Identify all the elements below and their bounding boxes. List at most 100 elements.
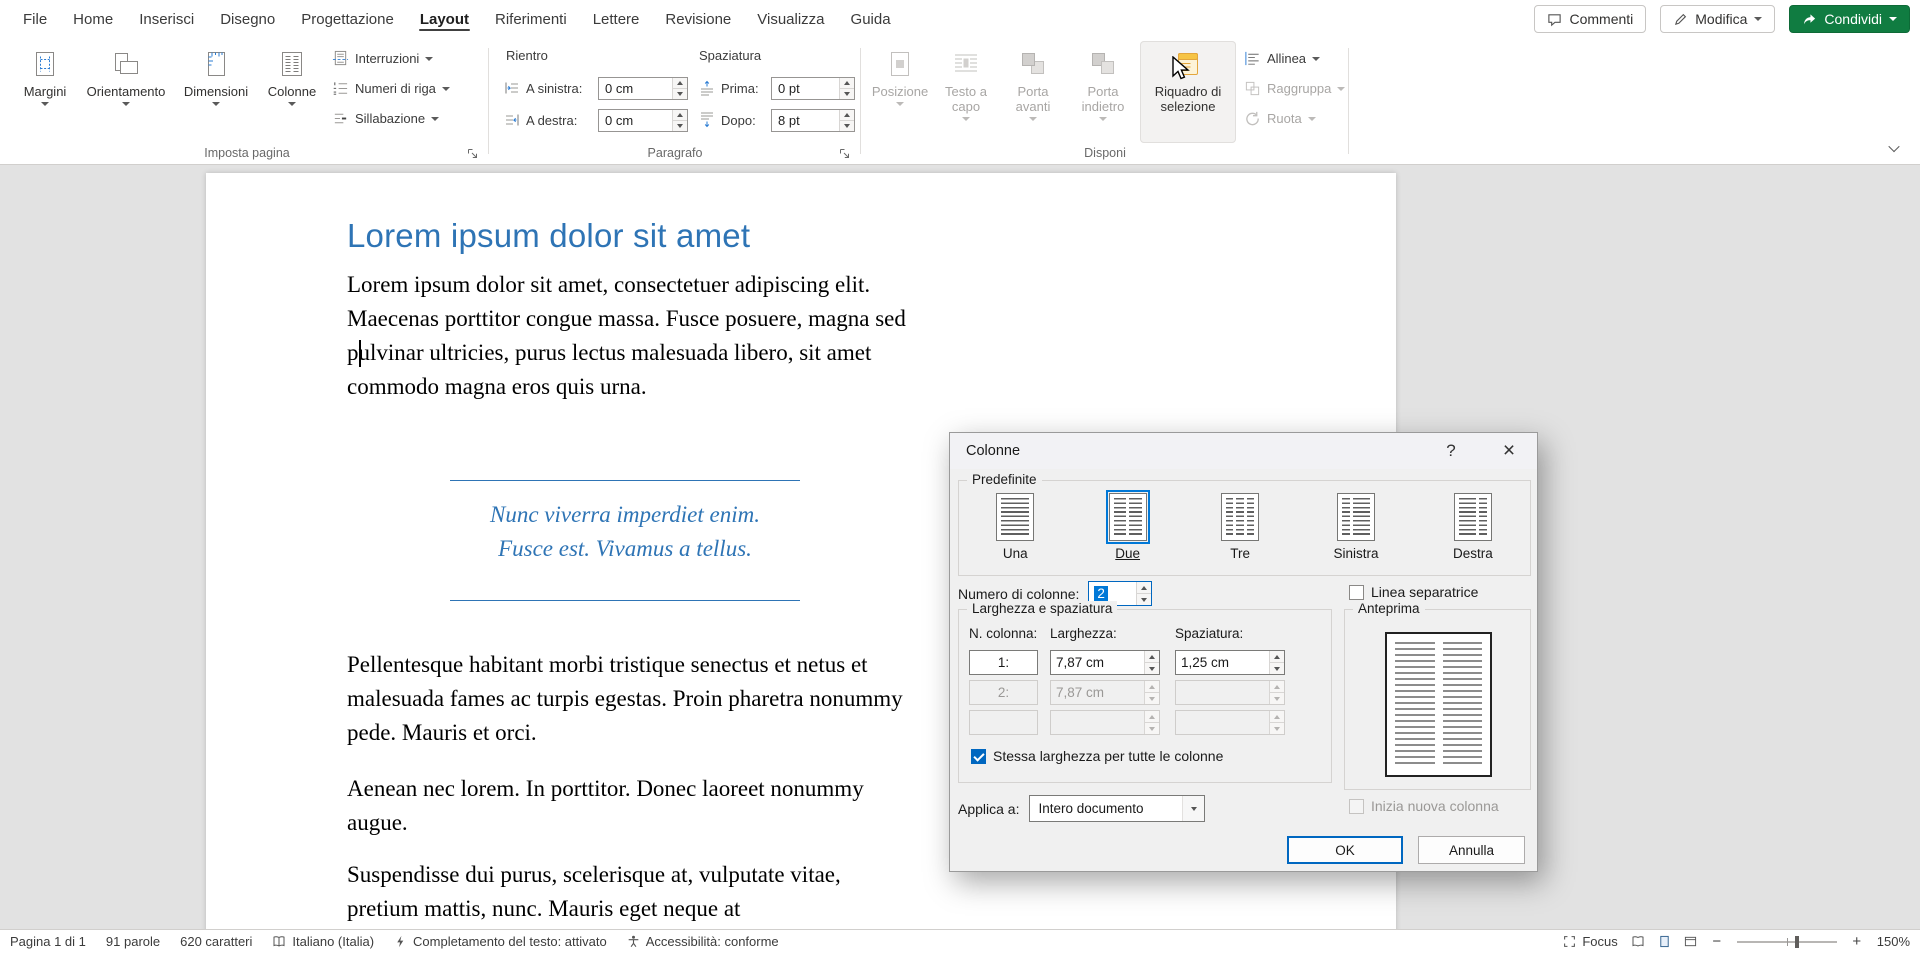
margins-button[interactable]: Margini	[12, 41, 78, 143]
tab-layout[interactable]: Layout	[407, 0, 482, 38]
paragraph[interactable]: Suspendisse dui purus, scelerisque at, v…	[347, 858, 913, 926]
columns-button[interactable]: Colonne	[260, 41, 324, 143]
indent-right-spinbox[interactable]: 0 cm	[598, 109, 688, 132]
spin-up-button[interactable]	[673, 78, 687, 89]
tab-inserisci[interactable]: Inserisci	[126, 0, 207, 38]
preset-left[interactable]: Sinistra	[1334, 493, 1379, 561]
spin-down-button[interactable]	[673, 121, 687, 131]
spacing-before-spinbox[interactable]: 0 pt	[771, 77, 855, 100]
col1-spacing-spinbox[interactable]: 1,25 cm	[1175, 650, 1285, 675]
print-layout-button[interactable]	[1658, 935, 1671, 948]
editing-mode-button[interactable]: Modifica	[1660, 5, 1775, 33]
align-button[interactable]: Allinea	[1238, 45, 1350, 72]
selection-pane-label: Riquadro di selezione	[1140, 84, 1236, 114]
spin-up-button[interactable]	[1270, 651, 1284, 663]
paragraph-dialog-launcher[interactable]	[836, 145, 852, 161]
preset-three[interactable]: Tre	[1221, 493, 1259, 561]
spin-up-button[interactable]	[673, 110, 687, 121]
page-setup-dialog-launcher[interactable]	[464, 145, 480, 161]
chevron-down-icon[interactable]	[1182, 796, 1204, 821]
zoom-slider[interactable]	[1737, 941, 1837, 943]
tab-revisione[interactable]: Revisione	[652, 0, 744, 38]
tab-home[interactable]: Home	[60, 0, 126, 38]
number-of-columns-value[interactable]: 2	[1094, 586, 1108, 601]
proofing-status[interactable]: Italiano (Italia)	[272, 934, 374, 949]
paragraph[interactable]: Lorem ipsum dolor sit amet, consectetuer…	[347, 268, 913, 404]
tab-guida[interactable]: Guida	[838, 0, 904, 38]
close-icon[interactable]: ×	[1487, 434, 1531, 467]
indent-left-value[interactable]: 0 cm	[599, 78, 672, 99]
web-layout-button[interactable]	[1684, 935, 1697, 948]
collapse-ribbon-button[interactable]	[1884, 140, 1904, 156]
page-indicator[interactable]: Pagina 1 di 1	[10, 934, 86, 949]
zoom-out-icon[interactable]: −	[1710, 933, 1724, 950]
spacing-after-value[interactable]: 8 pt	[772, 110, 839, 131]
paragraph[interactable]: Aenean nec lorem. In porttitor. Donec la…	[347, 772, 913, 840]
spacing-before-value[interactable]: 0 pt	[772, 78, 839, 99]
hyphenation-button[interactable]: Sillabazione	[326, 105, 486, 132]
quote-line[interactable]: Fusce est. Vivamus a tellus.	[450, 532, 800, 566]
spin-up-button[interactable]	[1137, 582, 1151, 594]
indent-left-spinbox[interactable]: 0 cm	[598, 77, 688, 100]
tab-progettazione[interactable]: Progettazione	[288, 0, 407, 38]
tab-lettere[interactable]: Lettere	[580, 0, 653, 38]
word-count[interactable]: 91 parole	[106, 934, 160, 949]
preset-right[interactable]: Destra	[1453, 493, 1493, 561]
orientation-button[interactable]: Orientamento	[80, 41, 172, 143]
ok-button[interactable]: OK	[1287, 836, 1403, 864]
columns-label: Colonne	[268, 84, 316, 99]
zoom-slider-thumb[interactable]	[1795, 936, 1799, 948]
help-icon[interactable]: ?	[1429, 434, 1473, 467]
read-mode-button[interactable]	[1631, 935, 1645, 948]
column-row-1: 1: 7,87 cm 1,25 cm	[959, 650, 1331, 675]
line-between-checkbox[interactable]	[1349, 585, 1364, 600]
spin-down-button[interactable]	[1270, 663, 1284, 674]
size-label: Dimensioni	[184, 84, 248, 99]
column-row-3	[959, 710, 1331, 735]
cancel-button[interactable]: Annulla	[1418, 836, 1525, 864]
column-row-2: 2: 7,87 cm	[959, 680, 1331, 705]
preset-one[interactable]: Una	[996, 493, 1034, 561]
focus-icon	[1563, 935, 1576, 948]
spin-down-button[interactable]	[1145, 663, 1159, 674]
paragraph[interactable]: Pellentesque habitant morbi tristique se…	[347, 648, 913, 750]
document-area: Lorem ipsum dolor sit amet Lorem ipsum d…	[0, 165, 1920, 929]
position-icon	[884, 48, 916, 80]
focus-mode-button[interactable]: Focus	[1563, 934, 1617, 949]
line-between-row: Linea separatrice	[1349, 584, 1478, 600]
pull-quote[interactable]: Nunc viverra imperdiet enim. Fusce est. …	[450, 480, 800, 601]
document-title[interactable]: Lorem ipsum dolor sit amet	[347, 217, 750, 255]
text-prediction-status[interactable]: Completamento del testo: attivato	[394, 934, 607, 949]
accessibility-label: Accessibilità: conforme	[646, 934, 779, 949]
size-button[interactable]: Dimensioni	[174, 41, 258, 143]
col1-width-spinbox[interactable]: 7,87 cm	[1050, 650, 1160, 675]
send-backward-button: Porta indietro	[1068, 41, 1138, 143]
quote-line[interactable]: Nunc viverra imperdiet enim.	[450, 498, 800, 532]
tab-riferimenti[interactable]: Riferimenti	[482, 0, 580, 38]
spin-down-button[interactable]	[840, 121, 854, 131]
spin-down-button	[1145, 693, 1159, 704]
preset-two-icon	[1109, 493, 1147, 541]
spacing-after-spinbox[interactable]: 8 pt	[771, 109, 855, 132]
share-button[interactable]: Condividi	[1789, 5, 1910, 33]
indent-right-value[interactable]: 0 cm	[599, 110, 672, 131]
tab-disegno[interactable]: Disegno	[207, 0, 288, 38]
spin-up-button[interactable]	[1145, 651, 1159, 663]
spin-up-button[interactable]	[840, 110, 854, 121]
breaks-button[interactable]: Interruzioni	[326, 45, 486, 72]
equal-width-checkbox[interactable]	[971, 749, 986, 764]
spin-up-button[interactable]	[840, 78, 854, 89]
spin-down-button[interactable]	[840, 89, 854, 99]
spin-down-button[interactable]	[673, 89, 687, 99]
spin-down-button[interactable]	[1137, 594, 1151, 605]
zoom-in-icon[interactable]: +	[1850, 933, 1864, 950]
character-count[interactable]: 620 caratteri	[180, 934, 252, 949]
preset-two[interactable]: Due	[1109, 493, 1147, 561]
comments-button[interactable]: Commenti	[1534, 5, 1646, 33]
apply-to-dropdown[interactable]: Intero documento	[1029, 795, 1205, 822]
zoom-level[interactable]: 150%	[1877, 934, 1910, 949]
accessibility-status[interactable]: Accessibilità: conforme	[627, 934, 779, 949]
tab-file[interactable]: File	[10, 0, 60, 38]
tab-visualizza[interactable]: Visualizza	[744, 0, 837, 38]
line-numbers-button[interactable]: Numeri di riga	[326, 75, 486, 102]
